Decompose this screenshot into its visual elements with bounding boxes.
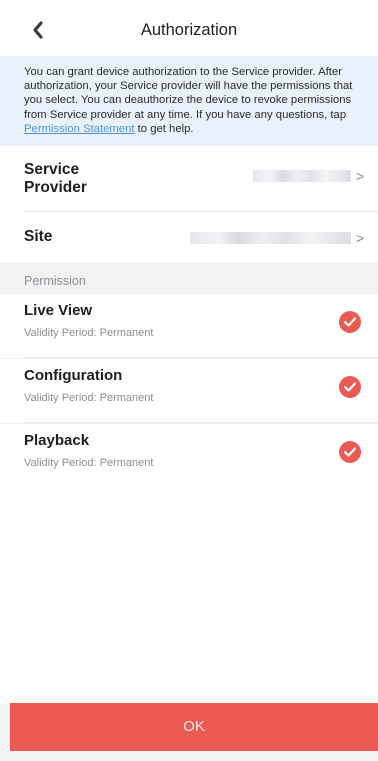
bottom-safe-area	[0, 751, 378, 761]
validity-period: Validity Period: Permanent	[24, 327, 154, 339]
service-provider-row[interactable]: Service Provider >	[0, 146, 378, 212]
permission-name: Configuration	[24, 367, 123, 384]
permission-statement-link[interactable]: Permission Statement	[24, 123, 135, 135]
permission-item-live-view[interactable]: Live View Validity Period: Permanent	[0, 294, 378, 358]
check-icon[interactable]	[339, 441, 361, 463]
permission-item-playback[interactable]: Playback Validity Period: Permanent	[0, 424, 378, 488]
permission-name: Playback	[24, 432, 90, 449]
chevron-right-icon: >	[355, 230, 364, 246]
site-value	[190, 232, 351, 244]
page-title: Authorization	[140, 21, 238, 39]
check-icon[interactable]	[339, 311, 361, 333]
authorization-notice: You can grant device authorization to th…	[0, 56, 378, 146]
content-area	[0, 488, 378, 704]
chevron-right-icon: >	[355, 168, 364, 184]
validity-period: Validity Period: Permanent	[24, 392, 154, 404]
divider	[24, 357, 378, 358]
validity-period: Validity Period: Permanent	[24, 457, 154, 469]
top-bar: Authorization	[0, 0, 378, 56]
notice-text: You can grant device authorization to th…	[24, 66, 353, 121]
service-provider-label: Service Provider	[24, 161, 87, 196]
site-label: Site	[24, 228, 53, 245]
check-icon[interactable]	[339, 376, 361, 398]
permission-section-label: Permission	[24, 274, 86, 288]
permission-name: Live View	[24, 302, 93, 319]
permission-item-configuration[interactable]: Configuration Validity Period: Permanent	[0, 359, 378, 423]
ok-button[interactable]: OK	[10, 703, 378, 751]
notice-text-end: to get help.	[134, 122, 194, 135]
divider	[24, 422, 378, 423]
site-row[interactable]: Site >	[0, 212, 378, 262]
service-provider-value	[253, 170, 351, 182]
